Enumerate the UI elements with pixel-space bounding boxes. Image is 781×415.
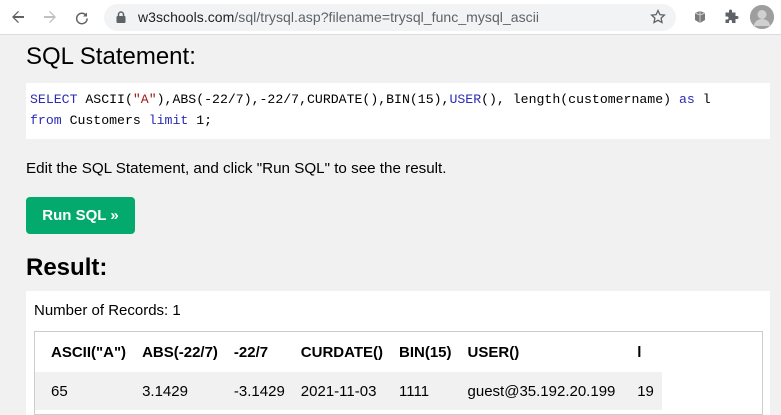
extensions-menu-button[interactable] — [721, 7, 741, 27]
column-header: ABS(-22/7) — [134, 332, 226, 372]
column-header: l — [629, 332, 662, 372]
table-row: 65 3.1429 -3.1429 2021-11-03 1111 guest@… — [35, 372, 662, 410]
keyword-limit: limit — [148, 113, 189, 128]
table-cell: -3.1429 — [225, 372, 293, 410]
sql-statement-heading: SQL Statement: — [26, 43, 196, 70]
url-host: w3schools.com — [138, 9, 235, 25]
records-count: Number of Records: 1 — [34, 302, 181, 319]
code-part: 1; — [188, 113, 213, 128]
result-table-container[interactable]: ASCII("A") ABS(-22/7) -22/7 CURDATE() BI… — [34, 331, 763, 415]
keyword-as: as — [678, 92, 695, 107]
keyword-user: USER — [449, 92, 482, 107]
sql-editor[interactable]: SELECT ASCII("A"),ABS(-22/7),-22/7,CURDA… — [26, 83, 770, 139]
browser-toolbar: w3schools.com/sql/trysql.asp?filename=tr… — [0, 0, 781, 35]
forward-button[interactable] — [38, 5, 62, 29]
instruction-text: Edit the SQL Statement, and click "Run S… — [26, 160, 447, 177]
code-part: (), length(customername) — [481, 92, 679, 107]
code-part: l — [694, 92, 711, 107]
keyword-select: SELECT — [30, 92, 78, 107]
reload-button[interactable] — [70, 5, 94, 29]
code-part: ),ABS(-22/7),-22/7,CURDATE(),BIN(15), — [156, 92, 450, 107]
table-cell: guest@35.192.20.199 — [459, 372, 630, 410]
table-cell: 19 — [629, 372, 662, 410]
arrow-right-icon — [44, 11, 56, 23]
result-heading: Result: — [26, 254, 108, 281]
lock-icon — [116, 11, 126, 23]
star-icon[interactable] — [650, 9, 666, 25]
column-header: CURDATE() — [292, 332, 392, 372]
puzzle-icon — [725, 9, 739, 23]
arrow-left-icon — [12, 11, 24, 23]
back-button[interactable] — [6, 5, 30, 29]
extension-icon — [694, 11, 706, 23]
table-cell: 2021-11-03 — [292, 372, 392, 410]
column-header: -22/7 — [225, 332, 293, 372]
code-part: ASCII( — [77, 92, 133, 107]
profile-avatar[interactable] — [750, 5, 774, 29]
url-text: w3schools.com/sql/trysql.asp?filename=tr… — [138, 9, 539, 25]
table-cell: 65 — [35, 372, 135, 410]
reload-icon — [75, 12, 88, 25]
sql-code[interactable]: SELECT ASCII("A"),ABS(-22/7),-22/7,CURDA… — [30, 89, 711, 131]
page-content: SQL Statement: SELECT ASCII("A"),ABS(-22… — [0, 35, 781, 415]
extension-button[interactable] — [690, 7, 710, 27]
avatar-icon — [750, 5, 774, 29]
address-bar[interactable]: w3schools.com/sql/trysql.asp?filename=tr… — [104, 4, 676, 31]
result-table: ASCII("A") ABS(-22/7) -22/7 CURDATE() BI… — [35, 332, 662, 410]
column-header: ASCII("A") — [35, 332, 135, 372]
code-part: Customers — [61, 113, 149, 128]
table-cell: 1111 — [391, 372, 460, 410]
column-header: BIN(15) — [391, 332, 460, 372]
url-path: /sql/trysql.asp?filename=trysql_func_mys… — [234, 9, 540, 25]
table-cell: 3.1429 — [134, 372, 226, 410]
string-literal: "A" — [132, 92, 157, 107]
result-panel: Number of Records: 1 ASCII("A") ABS(-22/… — [26, 291, 770, 415]
run-sql-button[interactable]: Run SQL » — [26, 197, 135, 234]
keyword-from: from — [30, 113, 62, 128]
table-header-row: ASCII("A") ABS(-22/7) -22/7 CURDATE() BI… — [35, 332, 662, 372]
column-header: USER() — [459, 332, 630, 372]
